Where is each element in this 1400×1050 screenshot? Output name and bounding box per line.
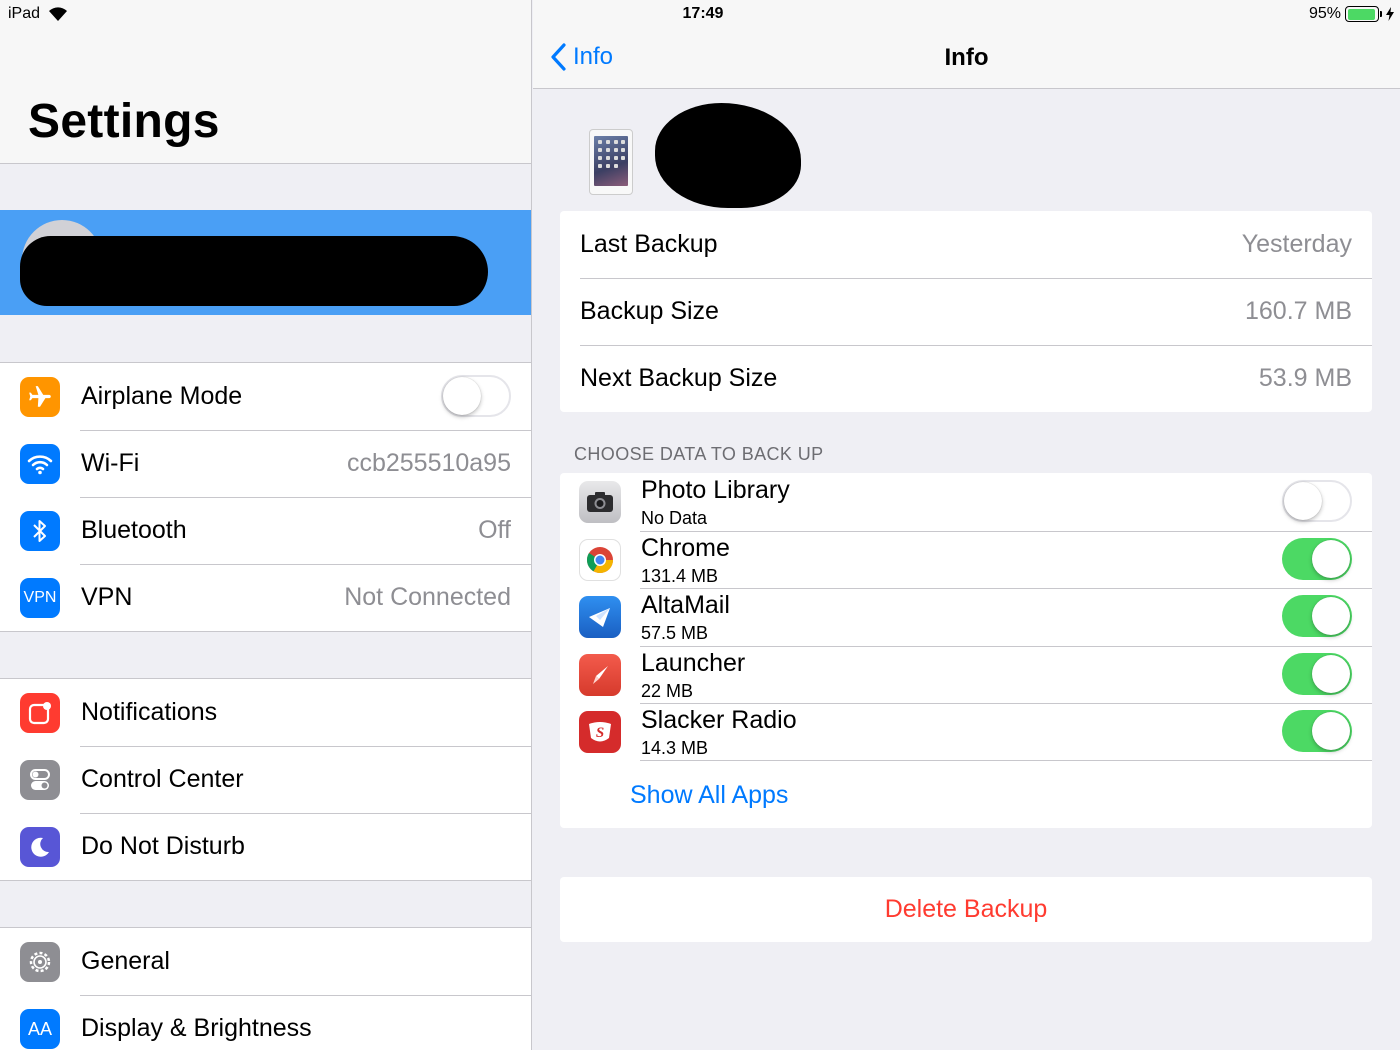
slacker-radio-icon: S (579, 711, 621, 753)
sidebar-item-wifi[interactable]: Wi-Fi ccb255510a95 (0, 430, 531, 497)
altamail-toggle[interactable] (1282, 595, 1352, 637)
next-backup-size-row: Next Backup Size 53.9 MB (560, 345, 1372, 412)
sidebar-item-label: General (81, 947, 170, 975)
bluetooth-icon (20, 511, 60, 551)
list-item: S Slacker Radio 14.3 MB (560, 703, 1372, 761)
sidebar-item-label: Notifications (81, 698, 218, 726)
charging-bolt-icon (1386, 7, 1394, 21)
info-value: Yesterday (1241, 230, 1352, 258)
info-label: Backup Size (580, 297, 719, 325)
photo-library-toggle[interactable] (1282, 480, 1352, 522)
ipad-device-icon (589, 129, 633, 195)
sidebar-item-control-center[interactable]: Control Center (0, 746, 531, 813)
sidebar-item-label: Wi-Fi (81, 449, 140, 477)
app-size: No Data (641, 508, 708, 528)
app-size: 14.3 MB (641, 738, 709, 758)
info-value: 53.9 MB (1258, 364, 1352, 392)
show-all-apps-link[interactable]: Show All Apps (630, 781, 788, 810)
settings-sidebar: Settings Airplane Mode Wi-Fi ccb255510a9… (0, 0, 532, 1050)
wifi-network-value: ccb255510a95 (346, 449, 511, 477)
sidebar-item-do-not-disturb[interactable]: Do Not Disturb (0, 813, 531, 880)
app-name: Launcher (641, 648, 746, 677)
app-size: 131.4 MB (641, 565, 719, 586)
sidebar-item-notifications[interactable]: Notifications (0, 679, 531, 746)
app-name: Photo Library (641, 476, 790, 504)
nav-title: Info (944, 44, 989, 71)
sidebar-item-label: Control Center (81, 765, 244, 793)
sidebar-item-display-brightness[interactable]: AA Display & Brightness (0, 995, 531, 1050)
control-center-icon (20, 760, 60, 800)
list-item: AltaMail 57.5 MB (560, 588, 1372, 646)
launcher-toggle[interactable] (1282, 652, 1352, 695)
launcher-icon (579, 653, 621, 696)
sidebar-item-label: Display & Brightness (81, 1014, 312, 1042)
moon-icon (20, 827, 60, 867)
system-group: Notifications Control Center Do Not Dist… (0, 678, 531, 881)
app-name: Slacker Radio (641, 706, 797, 734)
airplane-icon (20, 377, 60, 417)
display-icon: AA (20, 1009, 60, 1049)
sidebar-item-label: Airplane Mode (81, 382, 243, 410)
gear-icon (20, 942, 60, 982)
sidebar-item-label: Do Not Disturb (81, 832, 245, 860)
vpn-status-value: Not Connected (344, 583, 511, 611)
notifications-icon (20, 693, 60, 733)
wifi-icon (20, 444, 60, 484)
chrome-toggle[interactable] (1282, 537, 1352, 580)
list-item: Launcher 22 MB (560, 645, 1372, 704)
sidebar-item-vpn[interactable]: VPN VPN Not Connected (0, 564, 531, 631)
altamail-icon (579, 596, 621, 638)
sidebar-item-airplane-mode[interactable]: Airplane Mode (0, 363, 531, 430)
app-size: 22 MB (641, 680, 694, 701)
detail-pane: Info Info Last Backup Yesterday Backup S… (533, 0, 1400, 1050)
slacker-radio-toggle[interactable] (1282, 710, 1352, 752)
bluetooth-status-value: Off (478, 516, 511, 544)
battery-icon (1345, 6, 1382, 22)
info-label: Next Backup Size (580, 364, 778, 392)
sidebar-item-general[interactable]: General (0, 928, 531, 995)
camera-icon (579, 481, 621, 523)
vpn-icon: VPN (20, 578, 60, 618)
status-bar: iPad 17:49 95% (0, 0, 1400, 30)
app-name: AltaMail (641, 591, 730, 619)
app-name: Chrome (641, 533, 730, 562)
connectivity-group: Airplane Mode Wi-Fi ccb255510a95 Bluetoo… (0, 362, 531, 632)
redacted-device-name (655, 103, 801, 208)
status-right: 95% (1309, 5, 1394, 23)
airplane-mode-toggle[interactable] (441, 375, 511, 417)
general-group: General AA Display & Brightness (0, 927, 531, 1050)
apple-id-profile[interactable] (0, 210, 531, 315)
redacted-name (20, 236, 488, 306)
list-item: Photo Library No Data (560, 473, 1372, 531)
sidebar-item-label: Bluetooth (81, 516, 187, 544)
info-label: Last Backup (580, 230, 718, 258)
status-time: 17:49 (682, 5, 724, 22)
battery-percent: 95% (1308, 5, 1341, 22)
delete-backup-button[interactable]: Delete Backup (560, 877, 1372, 942)
backup-info-card: Last Backup Yesterday Backup Size 160.7 … (560, 211, 1372, 412)
sidebar-item-bluetooth[interactable]: Bluetooth Off (0, 497, 531, 564)
section-header: CHOOSE DATA TO BACK UP (574, 444, 824, 464)
info-value: 160.7 MB (1244, 297, 1352, 325)
divider (640, 760, 1372, 761)
chrome-icon (579, 538, 621, 581)
svg-text:S: S (596, 725, 604, 741)
backup-size-row: Backup Size 160.7 MB (560, 278, 1372, 345)
app-size: 57.5 MB (641, 623, 709, 643)
last-backup-row: Last Backup Yesterday (560, 211, 1372, 278)
backup-apps-card: Photo Library No Data Chrome 131.4 MB Al… (560, 473, 1372, 828)
page-title: Settings (28, 95, 220, 148)
list-item: Chrome 131.4 MB (560, 530, 1372, 589)
sidebar-item-label: VPN (81, 583, 133, 611)
